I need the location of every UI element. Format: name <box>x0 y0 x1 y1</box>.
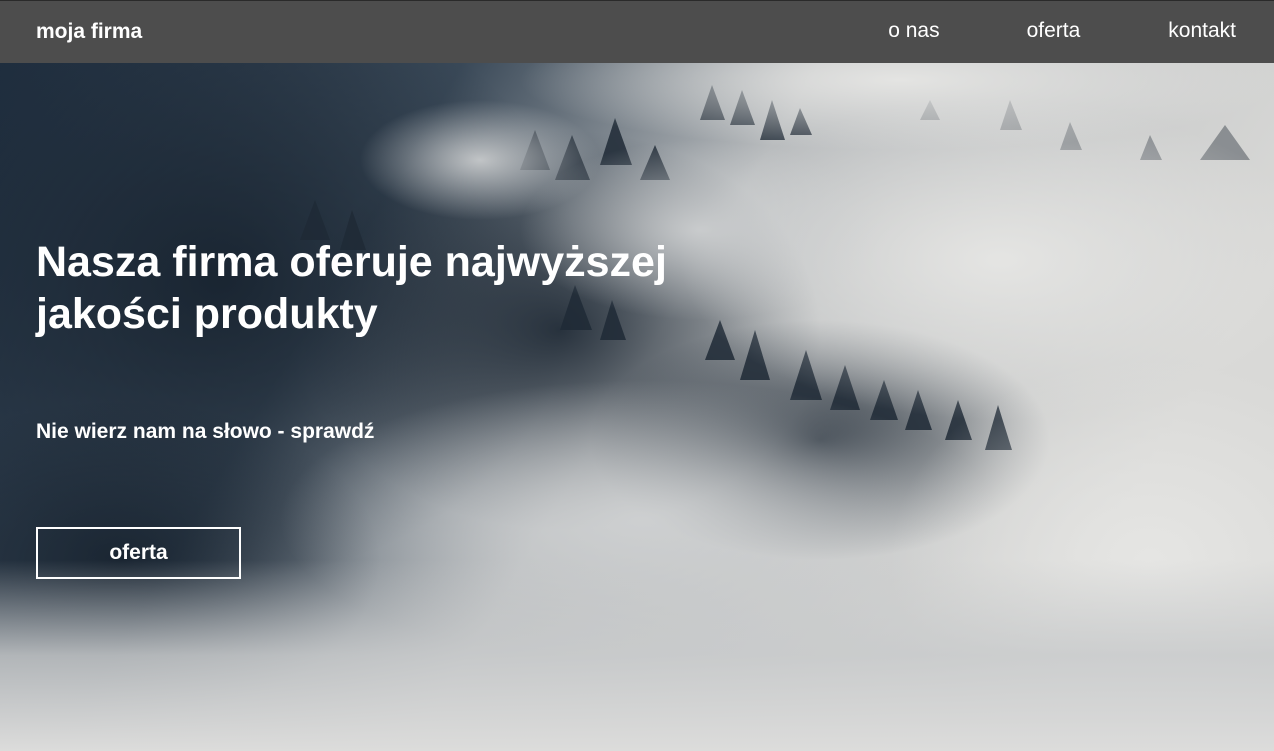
hero-background-image <box>0 0 1274 751</box>
hero-headline: Nasza firma oferuje najwyższej jakości p… <box>36 238 667 338</box>
top-navigation-bar: moja firma o nas oferta kontakt <box>0 0 1274 63</box>
hero-subline: Nie wierz nam na słowo - sprawdź <box>36 420 375 443</box>
nav-link-kontakt[interactable]: kontakt <box>1168 19 1236 43</box>
main-nav: o nas oferta kontakt <box>888 19 1236 43</box>
nav-link-oferta[interactable]: oferta <box>1027 19 1081 43</box>
nav-link-o-nas[interactable]: o nas <box>888 19 939 43</box>
offer-button[interactable]: oferta <box>36 527 241 579</box>
page: moja firma o nas oferta kontakt Nasza fi… <box>0 0 1274 751</box>
brand-logo-link[interactable]: moja firma <box>36 20 142 44</box>
